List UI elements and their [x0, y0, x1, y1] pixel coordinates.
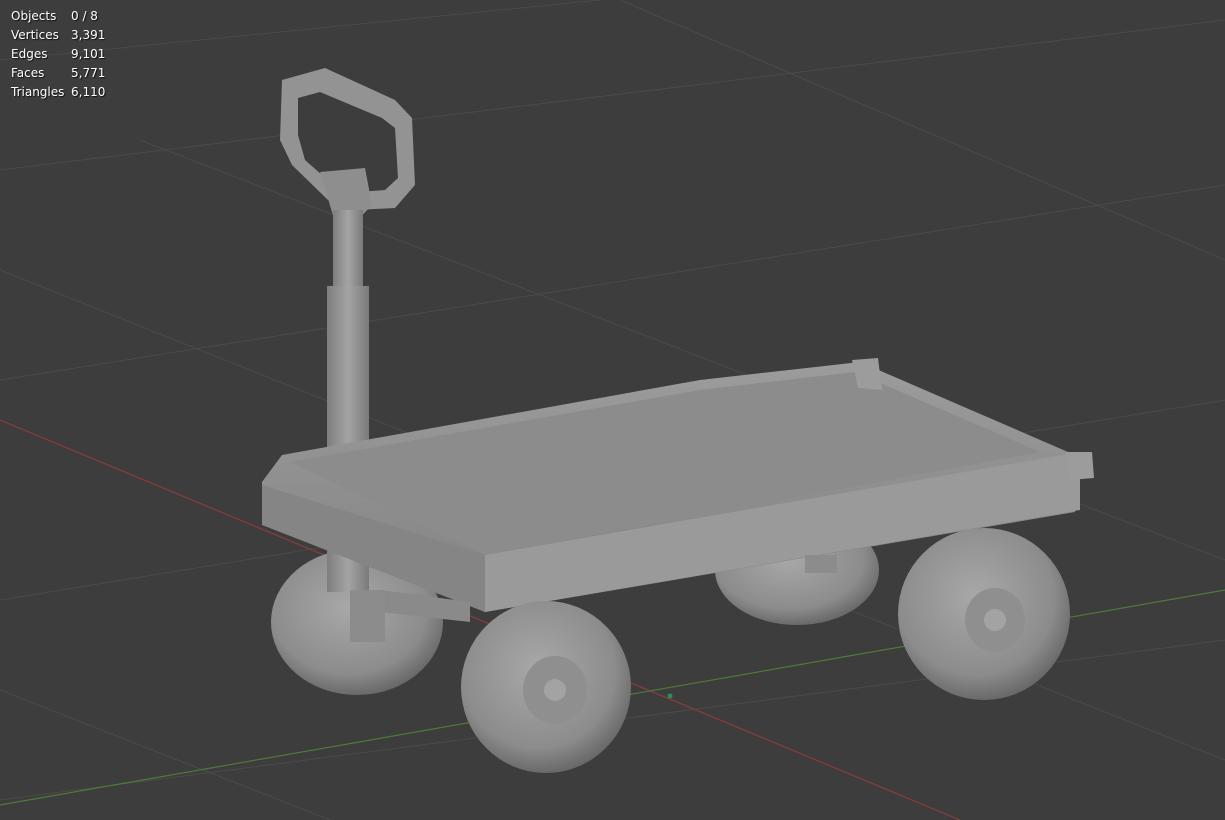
stat-row-faces: Faces 5,771: [11, 64, 105, 83]
stat-label: Objects: [11, 9, 57, 23]
rear-bracket: [805, 555, 837, 573]
stat-value: 9,101: [71, 47, 106, 61]
3d-viewport[interactable]: [0, 0, 1225, 820]
stat-label: Faces: [11, 66, 45, 80]
stat-value: 0 / 8: [71, 9, 98, 23]
stat-value: 5,771: [71, 66, 106, 80]
stat-row-triangles: Triangles 6,110: [11, 83, 105, 102]
stat-label: Vertices: [11, 28, 59, 42]
stat-row-edges: Edges 9,101: [11, 45, 105, 64]
origin-point: [667, 693, 673, 699]
stat-value: 6,110: [71, 85, 106, 99]
front-right-wheel: [898, 528, 1070, 700]
bracket: [350, 590, 385, 642]
stat-label: Edges: [11, 47, 48, 61]
stat-row-vertices: Vertices 3,391: [11, 26, 105, 45]
front-left-wheel: [461, 601, 631, 773]
viewport-statistics-overlay: Objects 0 / 8 Vertices 3,391 Edges 9,101…: [11, 7, 105, 102]
viewport-canvas[interactable]: [0, 0, 1225, 820]
stat-row-objects: Objects 0 / 8: [11, 7, 105, 26]
stat-value: 3,391: [71, 28, 106, 42]
stat-label: Triangles: [11, 85, 65, 99]
